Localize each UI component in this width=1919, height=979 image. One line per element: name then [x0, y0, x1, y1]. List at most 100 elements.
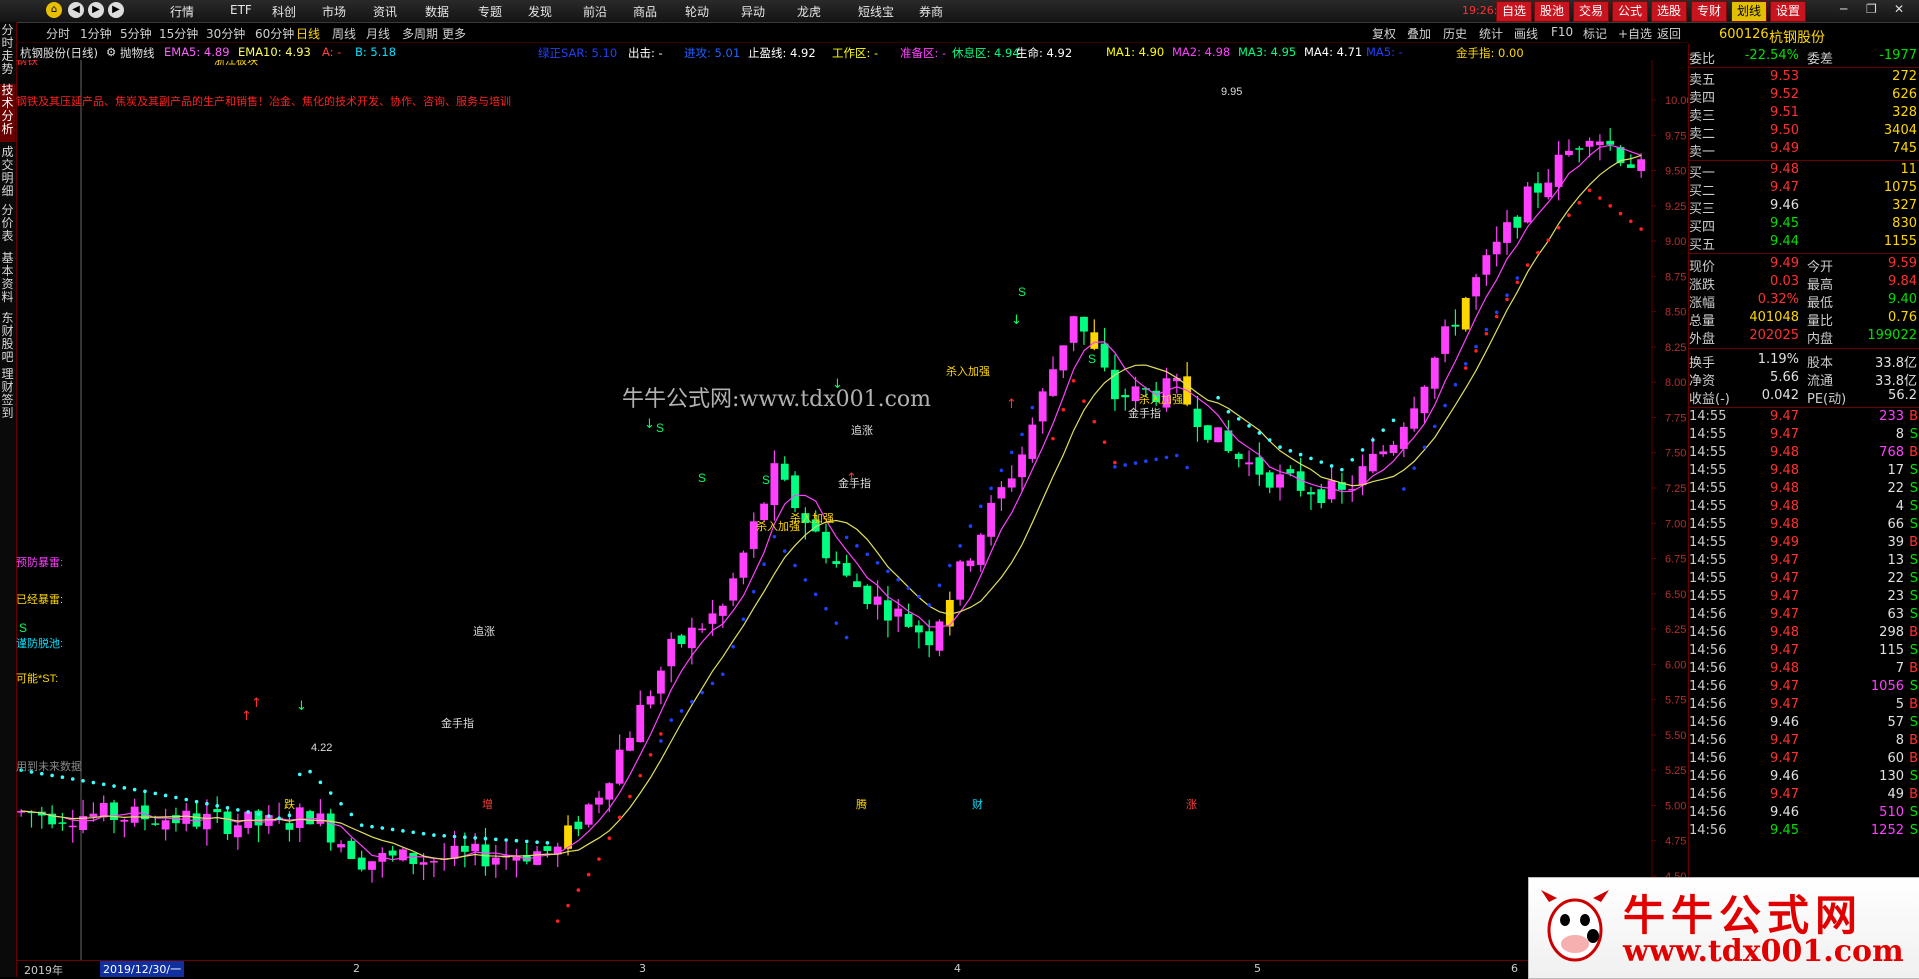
- rest-value: 休息区: 4.94: [952, 46, 1020, 60]
- ma3-value: MA3: 4.95: [1238, 45, 1297, 59]
- menu-item[interactable]: 科创: [272, 3, 296, 20]
- tool-button[interactable]: 画线: [1514, 25, 1538, 42]
- toolbar-button[interactable]: 选股: [1651, 1, 1688, 22]
- ask-label: 卖二: [1689, 127, 1716, 142]
- tick-price: 9.47: [1770, 427, 1799, 442]
- kline-svg[interactable]: 10.00 9.75 9.50 9.25 9.00 8.75 8.50 8.25 8.00 7.7…: [16, 53, 1693, 960]
- menu-item[interactable]: 数据: [425, 3, 449, 20]
- home-icon[interactable]: ⌂: [46, 2, 62, 18]
- stat-label: 内盘: [1807, 332, 1834, 347]
- period-tab[interactable]: 1分钟: [80, 25, 112, 42]
- tick-price: 9.47: [1770, 733, 1799, 748]
- period-tab[interactable]: 30分钟: [206, 25, 245, 42]
- forward-icon[interactable]: ▶: [88, 2, 104, 18]
- stat-label: 换手: [1689, 356, 1716, 371]
- left-tab[interactable]: 理财签到: [0, 368, 15, 422]
- menu-item[interactable]: 龙虎: [797, 3, 821, 20]
- menu-item[interactable]: 市场: [322, 3, 346, 20]
- period-tab[interactable]: 5分钟: [120, 25, 152, 42]
- toolbar-button[interactable]: 股池: [1534, 1, 1571, 22]
- tick-volume: 768: [1879, 445, 1904, 460]
- period-tab[interactable]: 更多: [442, 25, 466, 42]
- menu-item[interactable]: 券商: [919, 3, 943, 20]
- stat-value: 199022: [1867, 328, 1917, 343]
- bid-price: 9.48: [1770, 162, 1799, 177]
- settings-icon[interactable]: ⚙: [106, 45, 116, 59]
- tool-button[interactable]: +自选: [1618, 25, 1652, 42]
- tool-button[interactable]: 复权: [1372, 25, 1396, 42]
- menu-item[interactable]: 短线宝: [858, 3, 894, 20]
- menu-item[interactable]: 资讯: [373, 3, 397, 20]
- left-tab[interactable]: 技术分析: [0, 84, 15, 142]
- menu-item[interactable]: 商品: [633, 3, 657, 20]
- indicator-type[interactable]: 抛物线: [120, 45, 155, 61]
- period-tab[interactable]: 周线: [332, 25, 356, 42]
- menu-item[interactable]: 前沿: [583, 3, 607, 20]
- bid-label: 买三: [1689, 202, 1716, 217]
- stock-period-title[interactable]: 杭钢股份(日线): [20, 45, 98, 61]
- tick-side: B: [1909, 751, 1918, 766]
- toolbar-button[interactable]: 公式: [1612, 1, 1649, 22]
- tool-button[interactable]: F10: [1551, 25, 1573, 39]
- menu-item[interactable]: ETF: [230, 3, 252, 17]
- period-tab[interactable]: 60分钟: [255, 25, 294, 42]
- tool-button[interactable]: 标记: [1583, 25, 1607, 42]
- candle-body: [151, 823, 160, 825]
- period-tab[interactable]: 日线: [296, 25, 320, 42]
- left-tab[interactable]: 成交明细: [0, 146, 15, 200]
- tool-button[interactable]: 统计: [1479, 25, 1503, 42]
- stat-value: 33.8亿: [1875, 374, 1917, 389]
- menu-item[interactable]: 轮动: [685, 3, 709, 20]
- toolbar-button[interactable]: 交易: [1573, 1, 1610, 22]
- sar-dot: [1288, 449, 1293, 453]
- tick-price: 9.48: [1770, 661, 1799, 676]
- tool-button[interactable]: 历史: [1443, 25, 1467, 42]
- tick-time: 14:55: [1689, 427, 1727, 442]
- candle-body: [1575, 148, 1584, 150]
- sar-dot: [1216, 395, 1220, 400]
- kline-chart[interactable]: 10.00 9.75 9.50 9.25 9.00 8.75 8.50 8.25 8.00 7.7…: [16, 53, 1693, 960]
- restore-icon[interactable]: ❐: [1866, 2, 1877, 16]
- left-tab[interactable]: 东财股吧: [0, 312, 15, 364]
- toolbar-button[interactable]: 专财: [1691, 1, 1728, 22]
- sar-dot: [1164, 455, 1169, 460]
- tool-button[interactable]: 返回: [1657, 25, 1681, 42]
- tool-button[interactable]: 叠加: [1407, 25, 1431, 42]
- period-tab[interactable]: 月线: [366, 25, 390, 42]
- tick-time: 14:56: [1689, 625, 1727, 640]
- left-tab[interactable]: 基本资料: [0, 252, 15, 308]
- tick-side: S: [1909, 553, 1918, 568]
- buy-strong-label: 杀入加强: [790, 511, 834, 525]
- sar-dot: [597, 857, 601, 861]
- back-icon[interactable]: ◀: [68, 2, 84, 18]
- period-tab[interactable]: 分时: [46, 25, 70, 42]
- period-tab[interactable]: 多周期: [402, 25, 438, 42]
- play-icon[interactable]: ▶: [108, 2, 124, 18]
- price-tick-label: 7.25: [1665, 483, 1686, 495]
- sar-value: 绿正SAR: 5.10: [538, 46, 618, 60]
- toolbar-button[interactable]: 划线: [1731, 1, 1768, 22]
- menu-item[interactable]: 发现: [528, 3, 552, 20]
- tick-price: 9.49: [1770, 535, 1799, 550]
- close-icon[interactable]: ✕: [1894, 2, 1904, 16]
- left-tab[interactable]: 分价表: [0, 204, 15, 248]
- menu-item[interactable]: 专题: [478, 3, 502, 20]
- menu-item[interactable]: 行情: [170, 3, 194, 20]
- sar-dot: [318, 780, 323, 785]
- sar-dot: [1484, 331, 1489, 336]
- minimize-icon[interactable]: ─: [1840, 2, 1847, 16]
- ask-volume: 3404: [1883, 123, 1917, 138]
- period-tab[interactable]: 15分钟: [159, 25, 198, 42]
- bid-volume: 830: [1892, 216, 1917, 231]
- candle-body: [976, 534, 985, 565]
- menu-item[interactable]: 异动: [741, 3, 765, 20]
- left-tab[interactable]: 分时走势: [0, 24, 15, 80]
- sar-dot: [1082, 399, 1086, 404]
- candle-body: [182, 810, 191, 824]
- price-tick-label: 7.00: [1665, 518, 1686, 530]
- tick-price: 9.48: [1770, 517, 1799, 532]
- sell-signal-s: S: [698, 471, 706, 485]
- chase-label: 追涨: [473, 624, 495, 638]
- toolbar-button[interactable]: 设置: [1770, 1, 1807, 22]
- toolbar-button[interactable]: 自选: [1496, 1, 1533, 22]
